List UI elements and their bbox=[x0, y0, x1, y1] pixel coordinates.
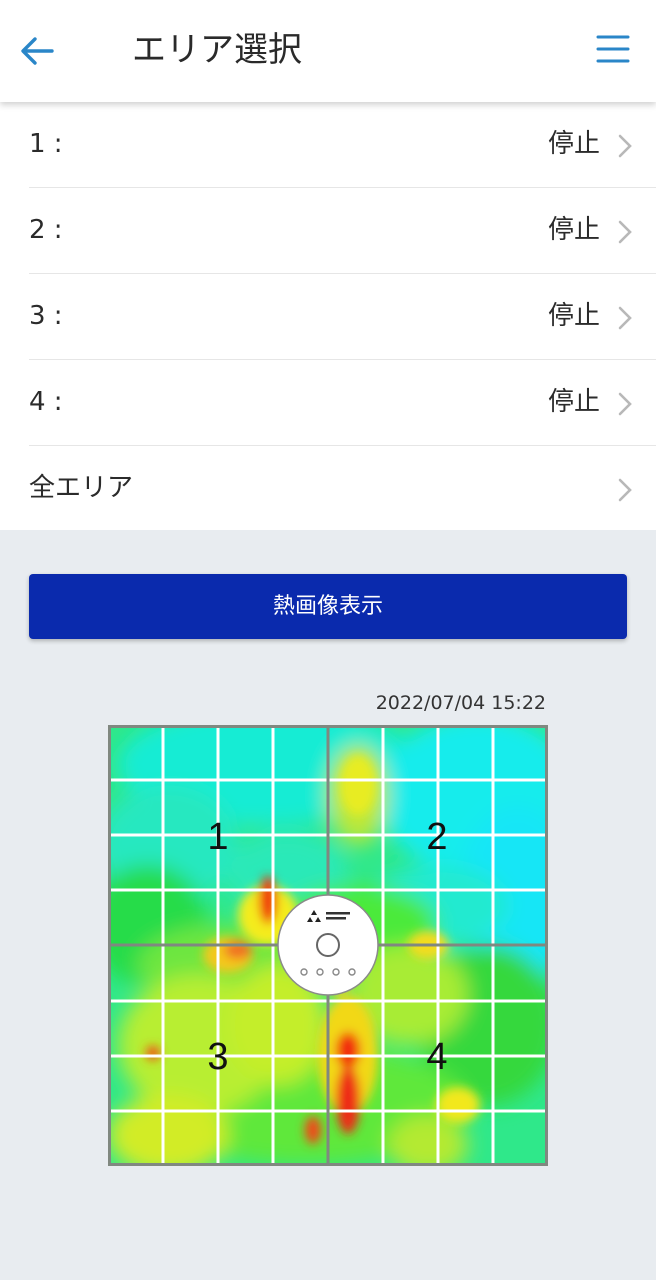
chevron-right-icon bbox=[618, 306, 632, 330]
area-label: 全エリア bbox=[29, 473, 134, 503]
thermal-image-button[interactable]: 熱画像表示 bbox=[29, 574, 627, 639]
area-status: 停止 bbox=[547, 301, 600, 331]
chevron-right-icon bbox=[618, 478, 632, 502]
hamburger-menu-icon[interactable] bbox=[596, 32, 630, 66]
ceiling-unit-icon bbox=[277, 894, 379, 996]
area-label: 2 : bbox=[29, 215, 63, 245]
area-status: 停止 bbox=[547, 129, 600, 159]
zone-label-3[interactable]: 3 bbox=[207, 1036, 228, 1078]
area-status: 停止 bbox=[547, 387, 600, 417]
area-row-1[interactable]: 1 : 停止 bbox=[29, 102, 656, 188]
chevron-right-icon bbox=[618, 392, 632, 416]
thermal-timestamp: 2022/07/04 15:22 bbox=[375, 692, 546, 714]
zone-label-4[interactable]: 4 bbox=[426, 1036, 447, 1078]
area-row-4[interactable]: 4 : 停止 bbox=[29, 360, 656, 446]
chevron-right-icon bbox=[618, 134, 632, 158]
area-label: 1 : bbox=[29, 129, 63, 159]
area-label: 3 : bbox=[29, 301, 63, 331]
chevron-right-icon bbox=[618, 220, 632, 244]
area-status: 停止 bbox=[547, 215, 600, 245]
area-row-2[interactable]: 2 : 停止 bbox=[29, 188, 656, 274]
page-title: エリア選択 bbox=[132, 30, 302, 70]
app-header: エリア選択 bbox=[0, 0, 656, 102]
arrow-left-icon[interactable] bbox=[18, 32, 56, 70]
thermal-map[interactable]: 1 2 3 4 bbox=[108, 725, 548, 1166]
area-list: 1 : 停止 2 : 停止 3 : 停止 4 : 停止 全エリア bbox=[0, 102, 656, 530]
zone-label-1[interactable]: 1 bbox=[207, 816, 228, 858]
area-label: 4 : bbox=[29, 387, 63, 417]
zone-label-2[interactable]: 2 bbox=[426, 816, 447, 858]
area-row-3[interactable]: 3 : 停止 bbox=[29, 274, 656, 360]
area-row-all[interactable]: 全エリア bbox=[29, 446, 656, 531]
